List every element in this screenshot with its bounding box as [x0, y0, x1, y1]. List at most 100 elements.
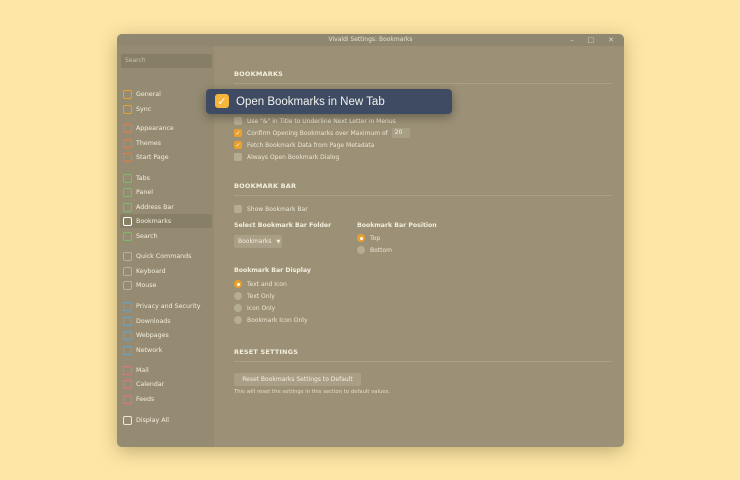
- sidebar-item-mouse[interactable]: Mouse: [120, 278, 212, 292]
- radio-position-bottom[interactable]: Bottom: [357, 245, 392, 255]
- sidebar-item-label: Quick Commands: [136, 252, 192, 260]
- radio-icon[interactable]: [234, 316, 242, 324]
- appearance-icon: [123, 123, 132, 133]
- sidebar-item-display-all[interactable]: Display All: [120, 413, 212, 427]
- section-title-bookmark-bar: BOOKMARK BAR: [234, 182, 297, 190]
- sidebar-item-label: Panel: [136, 188, 153, 196]
- sidebar-item-label: Address Bar: [136, 203, 174, 211]
- sidebar-item-feeds[interactable]: Feeds: [120, 392, 212, 406]
- folder-title: Select Bookmark Bar Folder: [234, 222, 332, 229]
- section-title-bookmarks: BOOKMARKS: [234, 70, 284, 78]
- sidebar-item-webpages[interactable]: Webpages: [120, 328, 212, 342]
- address-bar-icon: [123, 202, 132, 212]
- option-open-new-tab-popup[interactable]: ✓ Open Bookmarks in New Tab: [206, 89, 452, 114]
- feed-icon: [123, 394, 132, 404]
- section-title-reset: RESET SETTINGS: [234, 348, 299, 356]
- maximize-icon[interactable]: □: [588, 34, 595, 46]
- sidebar-item-label: Appearance: [136, 124, 174, 132]
- sidebar-item-address-bar[interactable]: Address Bar: [120, 200, 212, 214]
- sidebar-item-label: Tabs: [136, 174, 150, 182]
- reset-button[interactable]: Reset Bookmarks Settings to Default: [234, 373, 361, 386]
- tabs-icon: [123, 173, 132, 183]
- reset-note: This will reset the settings in this sec…: [234, 389, 391, 395]
- chevron-down-icon: ▼: [276, 238, 281, 245]
- sidebar-item-label: Calendar: [136, 380, 165, 388]
- network-icon: [123, 345, 132, 355]
- folder-select[interactable]: Bookmarks ▼: [234, 235, 282, 248]
- radio-display-text-only[interactable]: Text Only: [234, 291, 275, 301]
- radio-position-top[interactable]: Top: [357, 233, 380, 243]
- gear-icon: [123, 415, 132, 425]
- option-fetch-metadata[interactable]: ✓ Fetch Bookmark Data from Page Metadata: [234, 140, 374, 150]
- checkbox[interactable]: [234, 205, 242, 213]
- sidebar-item-mail[interactable]: Mail: [120, 363, 212, 377]
- mail-icon: [123, 365, 132, 375]
- sidebar-item-quick-commands[interactable]: Quick Commands: [120, 249, 212, 263]
- sidebar-item-label: Webpages: [136, 331, 169, 339]
- sidebar-item-bookmarks[interactable]: Bookmarks: [120, 214, 212, 228]
- sidebar-item-label: Mail: [136, 366, 149, 374]
- minimize-icon[interactable]: –: [570, 34, 574, 46]
- start-page-icon: [123, 152, 132, 162]
- privacy-icon: [123, 301, 132, 311]
- sidebar-item-panel[interactable]: Panel: [120, 185, 212, 199]
- radio-selected-icon[interactable]: [357, 234, 365, 242]
- search-icon: [123, 231, 132, 241]
- option-always-open-dialog[interactable]: Always Open Bookmark Dialog: [234, 152, 339, 162]
- radio-icon[interactable]: [234, 304, 242, 312]
- radio-icon[interactable]: [357, 246, 365, 254]
- window-title: Vivaldi Settings: Bookmarks: [328, 36, 413, 43]
- sidebar-item-label: Network: [136, 346, 163, 354]
- download-icon: [123, 316, 132, 326]
- sidebar-item-label: Display All: [136, 416, 170, 424]
- maximum-input[interactable]: 20: [391, 128, 410, 138]
- option-confirm-opening[interactable]: ✓ Confirm Opening Bookmarks over Maximum…: [234, 128, 410, 138]
- sidebar-item-search[interactable]: Search: [120, 229, 212, 243]
- sidebar-item-label: Start Page: [136, 153, 169, 161]
- divider: [234, 195, 612, 196]
- divider: [234, 361, 612, 362]
- radio-display-text-icon[interactable]: Text and Icon: [234, 279, 287, 289]
- sidebar-item-label: Keyboard: [136, 267, 166, 275]
- option-show-bookmark-bar[interactable]: Show Bookmark Bar: [234, 204, 308, 214]
- panel-icon: [123, 187, 132, 197]
- checkbox[interactable]: [234, 117, 242, 125]
- sidebar-item-downloads[interactable]: Downloads: [120, 314, 212, 328]
- radio-icon[interactable]: [234, 292, 242, 300]
- checkbox[interactable]: [234, 153, 242, 161]
- checkbox-checked-icon[interactable]: ✓: [234, 129, 242, 137]
- sidebar-item-network[interactable]: Network: [120, 343, 212, 357]
- sidebar-item-themes[interactable]: Themes: [120, 136, 212, 150]
- general-icon: [123, 89, 132, 99]
- sidebar-item-start-page[interactable]: Start Page: [120, 150, 212, 164]
- sidebar-item-general[interactable]: General: [120, 87, 212, 101]
- radio-display-bookmark-icon-only[interactable]: Bookmark Icon Only: [234, 315, 308, 325]
- sidebar-item-label: Bookmarks: [136, 217, 172, 225]
- search-input[interactable]: Search: [121, 54, 212, 68]
- sidebar-item-privacy-and-security[interactable]: Privacy and Security: [120, 299, 212, 313]
- calendar-icon: [123, 379, 132, 389]
- cloud-icon: [123, 104, 132, 114]
- sidebar-item-label: Search: [136, 232, 158, 240]
- sidebar-item-label: Feeds: [136, 395, 155, 403]
- sidebar-item-sync[interactable]: Sync: [120, 102, 212, 116]
- bookmark-icon: [123, 216, 132, 226]
- sidebar-item-label: Downloads: [136, 317, 171, 325]
- radio-display-icon-only[interactable]: Icon Only: [234, 303, 275, 313]
- sidebar-item-appearance[interactable]: Appearance: [120, 121, 212, 135]
- sidebar-item-keyboard[interactable]: Keyboard: [120, 264, 212, 278]
- sidebar-item-tabs[interactable]: Tabs: [120, 171, 212, 185]
- keyboard-icon: [123, 266, 132, 276]
- close-icon[interactable]: ✕: [608, 34, 614, 46]
- position-title: Bookmark Bar Position: [357, 222, 437, 229]
- open-new-tab-label: Open Bookmarks in New Tab: [236, 95, 385, 108]
- title-bar: Vivaldi Settings: Bookmarks – □ ✕: [117, 34, 624, 46]
- radio-selected-icon[interactable]: [234, 280, 242, 288]
- option-underline-letter[interactable]: Use "&" in Title to Underline Next Lette…: [234, 116, 396, 126]
- globe-icon: [123, 330, 132, 340]
- brush-icon: [123, 138, 132, 148]
- checkbox-checked-icon[interactable]: ✓: [215, 94, 229, 108]
- sidebar-item-label: Sync: [136, 105, 152, 113]
- sidebar-item-calendar[interactable]: Calendar: [120, 377, 212, 391]
- checkbox-checked-icon[interactable]: ✓: [234, 141, 242, 149]
